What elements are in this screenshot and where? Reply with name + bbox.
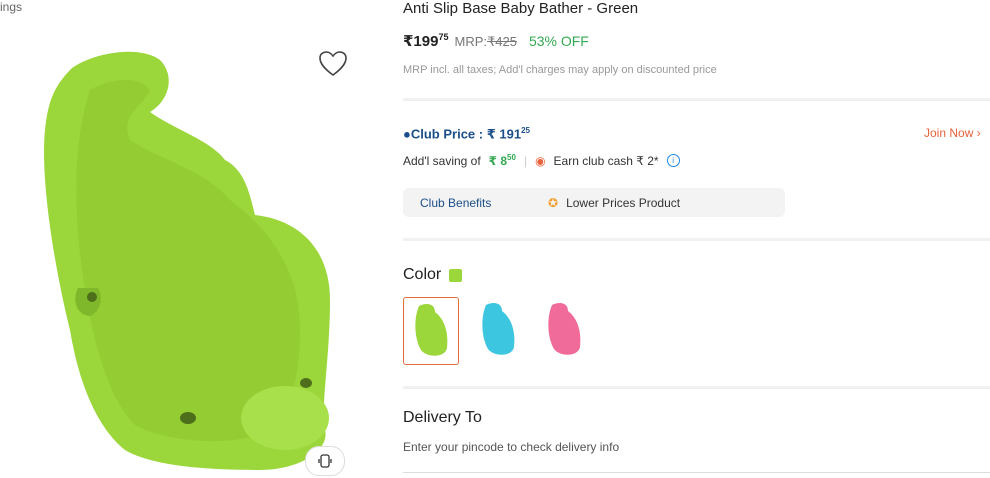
club-benefits-bar[interactable]: Club Benefits ✪ Lower Prices Product bbox=[403, 188, 785, 217]
divider bbox=[403, 98, 990, 101]
tax-note: MRP incl. all taxes; Add'l charges may a… bbox=[403, 64, 717, 76]
join-now-link[interactable]: Join Now › bbox=[924, 126, 981, 140]
saving-amount: ₹ 850 bbox=[488, 153, 516, 168]
product-title: Anti Slip Base Baby Bather - Green bbox=[403, 0, 639, 17]
discount-badge: 53% OFF bbox=[528, 33, 589, 49]
view-360-button[interactable] bbox=[305, 446, 345, 476]
separator: | bbox=[523, 153, 528, 168]
pincode-note: Enter your pincode to check delivery inf… bbox=[403, 440, 620, 454]
chevron-right-icon: › bbox=[976, 126, 981, 140]
wishlist-heart-icon[interactable] bbox=[318, 50, 348, 78]
coin-icon: ◉ bbox=[535, 153, 546, 168]
club-price: ●Club Price : ₹ 19125 bbox=[403, 126, 530, 142]
product-image bbox=[44, 51, 331, 471]
club-benefits-label: Club Benefits bbox=[420, 195, 492, 210]
badge-icon: ✪ bbox=[548, 195, 559, 210]
pincode-input[interactable] bbox=[403, 472, 990, 478]
delivery-title: Delivery To bbox=[403, 409, 482, 426]
breadcrumb[interactable]: ings bbox=[0, 0, 22, 14]
club-benefit-item: ✪ Lower Prices Product bbox=[548, 195, 681, 210]
selling-price: ₹19975 bbox=[403, 32, 449, 50]
club-logo-icon: ● bbox=[403, 126, 411, 142]
color-label: Color bbox=[403, 266, 463, 284]
rotate-360-icon bbox=[318, 454, 332, 468]
mrp-price: MRP:₹425 bbox=[454, 34, 517, 49]
divider bbox=[403, 386, 990, 389]
color-option-blue[interactable] bbox=[471, 297, 525, 363]
color-option-pink[interactable] bbox=[537, 297, 591, 363]
club-saving-row: Add'l saving of ₹ 850 | ◉ Earn club cash… bbox=[403, 153, 680, 168]
info-icon[interactable]: i bbox=[666, 154, 680, 167]
color-option-green[interactable] bbox=[403, 297, 459, 365]
price-row: ₹19975 MRP:₹425 53% OFF bbox=[403, 32, 589, 50]
selected-color-swatch bbox=[449, 268, 463, 282]
divider bbox=[403, 238, 990, 241]
